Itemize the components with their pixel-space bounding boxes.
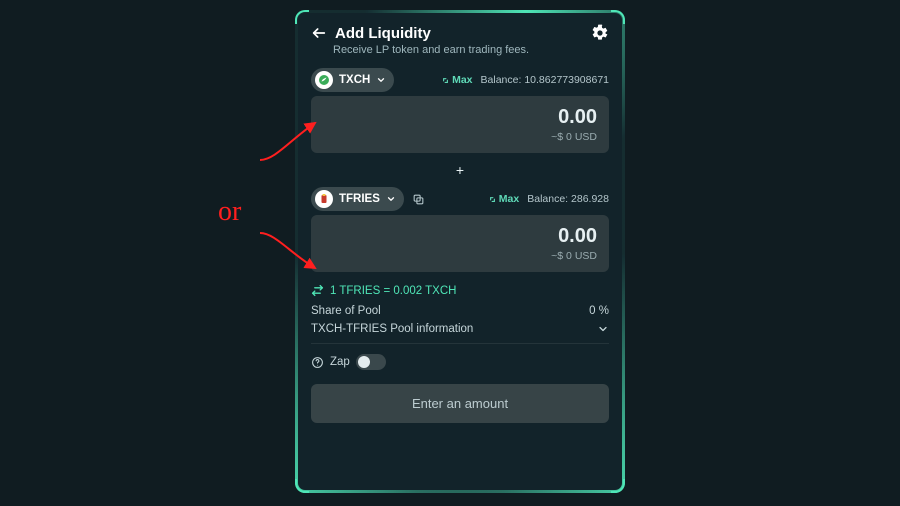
annotation-or-text: or — [218, 196, 241, 228]
share-label: Share of Pool — [311, 305, 381, 317]
token-b-amount-usd: ~$ 0 USD — [323, 250, 597, 262]
token-a-row: TXCH Max Balance: 10.862773908671 — [311, 68, 609, 92]
chevron-down-icon — [386, 194, 396, 204]
add-liquidity-panel: Add Liquidity Receive LP token and earn … — [295, 10, 625, 493]
token-b-symbol: TFRIES — [339, 193, 380, 205]
corner-accent — [295, 10, 309, 24]
pool-info-label: TXCH-TFRIES Pool information — [311, 323, 473, 335]
gear-icon[interactable] — [591, 24, 609, 42]
exchange-rate-text: 1 TFRIES = 0.002 TXCH — [330, 285, 456, 297]
token-a-amount: 0.00 — [323, 106, 597, 129]
page-subtitle: Receive LP token and earn trading fees. — [333, 44, 609, 56]
token-b-logo-icon — [315, 190, 333, 208]
zap-row: Zap — [311, 354, 609, 370]
token-b-selector[interactable]: TFRIES — [311, 187, 404, 211]
chevron-down-icon — [376, 75, 386, 85]
token-a-selector[interactable]: TXCH — [311, 68, 394, 92]
swap-icon — [311, 284, 324, 297]
plus-separator: + — [311, 162, 609, 178]
zap-label: Zap — [330, 356, 350, 368]
token-a-symbol: TXCH — [339, 74, 370, 86]
token-a-balance: Balance: 10.862773908671 — [481, 74, 609, 86]
token-a-max-button[interactable]: Max — [441, 74, 472, 86]
share-of-pool-row: Share of Pool 0 % — [311, 305, 609, 317]
token-b-max-button[interactable]: Max — [488, 193, 519, 205]
chevron-down-icon — [597, 323, 609, 335]
copy-icon[interactable] — [412, 193, 425, 206]
plus-icon: + — [456, 162, 464, 178]
exchange-rate-row: 1 TFRIES = 0.002 TXCH — [311, 284, 609, 297]
token-b-row: TFRIES Max Balance: 286.928 — [311, 187, 609, 211]
panel-header: Add Liquidity — [311, 24, 609, 42]
pool-info-row[interactable]: TXCH-TFRIES Pool information — [311, 323, 609, 335]
corner-accent — [611, 10, 625, 24]
submit-button[interactable]: Enter an amount — [311, 384, 609, 423]
share-value: 0 % — [589, 305, 609, 317]
token-a-logo-icon — [315, 71, 333, 89]
token-b-amount: 0.00 — [323, 225, 597, 248]
submit-button-label: Enter an amount — [412, 396, 508, 411]
token-b-balance: Balance: 286.928 — [527, 193, 609, 205]
page-title: Add Liquidity — [335, 25, 431, 42]
help-icon[interactable] — [311, 356, 324, 369]
back-arrow-icon[interactable] — [311, 25, 327, 41]
corner-accent — [295, 479, 309, 493]
token-b-amount-input[interactable]: 0.00 ~$ 0 USD — [311, 215, 609, 272]
corner-accent — [611, 479, 625, 493]
divider — [311, 343, 609, 344]
token-a-amount-usd: ~$ 0 USD — [323, 131, 597, 143]
token-a-amount-input[interactable]: 0.00 ~$ 0 USD — [311, 96, 609, 153]
zap-toggle[interactable] — [356, 354, 386, 370]
